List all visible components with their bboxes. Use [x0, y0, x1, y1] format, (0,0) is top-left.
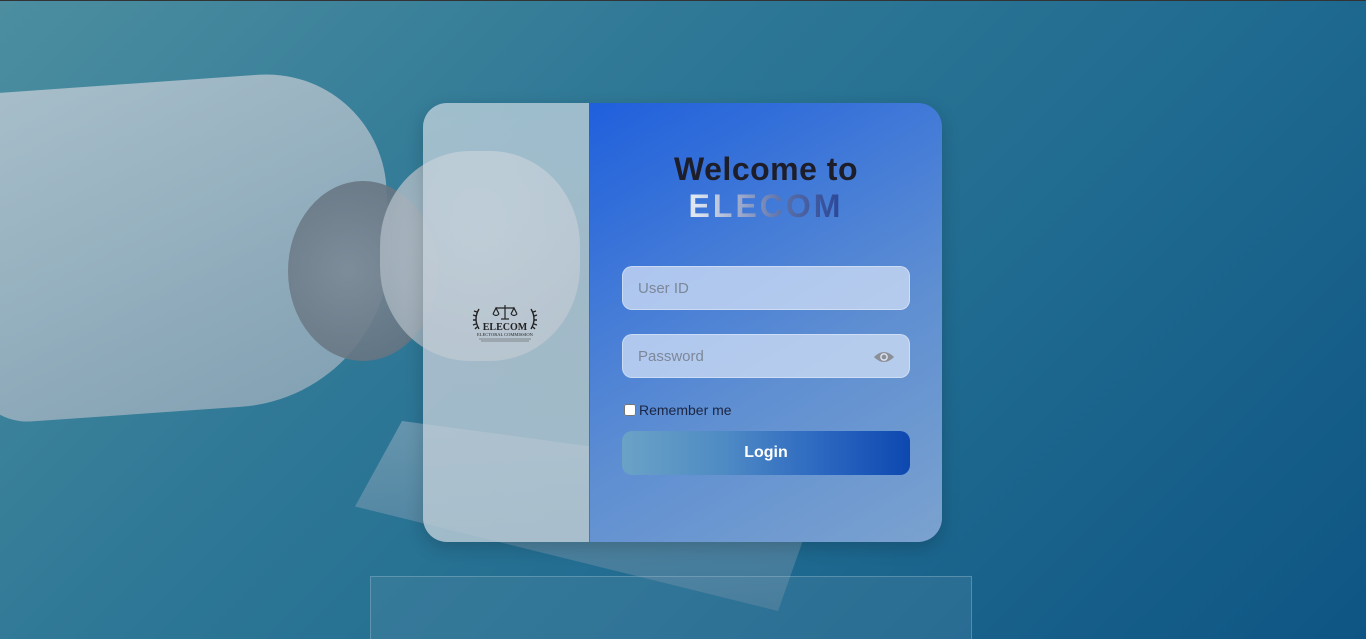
eye-icon[interactable]	[873, 348, 895, 366]
user-id-field[interactable]	[622, 266, 910, 310]
welcome-heading: Welcome to	[674, 151, 858, 187]
elecom-logo: ELECOM ELECTORAL COMMISSION	[472, 305, 538, 342]
card-logo-panel: ELECOM ELECTORAL COMMISSION	[423, 103, 589, 542]
login-page: ELECOM ELECTORAL COMMISSION Welcome to E…	[0, 0, 1366, 639]
login-button[interactable]: Login	[622, 431, 910, 475]
brand-title: ELECOM	[590, 188, 942, 225]
password-field[interactable]	[622, 334, 910, 378]
card-form-panel: Welcome to ELECOM Remember me Login	[589, 103, 942, 542]
password-input[interactable]	[623, 335, 909, 377]
background-ballot-box	[370, 576, 972, 639]
remember-me-label: Remember me	[639, 402, 732, 418]
scales-of-justice-icon	[492, 305, 518, 320]
login-card: ELECOM ELECTORAL COMMISSION Welcome to E…	[423, 103, 942, 542]
remember-me-checkbox[interactable]	[624, 404, 636, 416]
remember-me[interactable]: Remember me	[624, 402, 732, 418]
logo-subtitle: ELECTORAL COMMISSION	[477, 332, 534, 337]
user-id-input[interactable]	[623, 267, 909, 309]
